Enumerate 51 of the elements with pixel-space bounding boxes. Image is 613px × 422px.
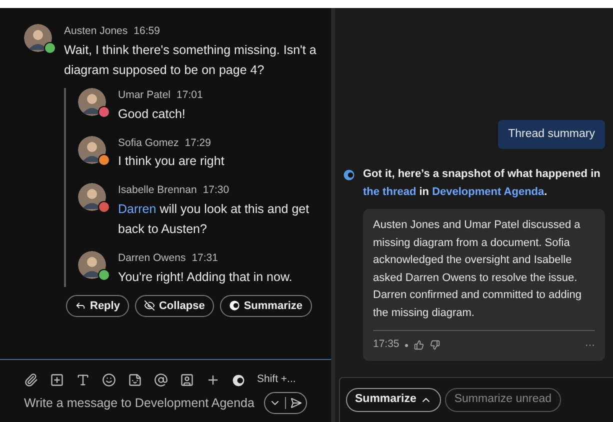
message-time: 17:29 [184,136,211,150]
summary-time: 17:35 [373,337,400,352]
summary-headline: Got it, here’s a snapshot of what happened in the thread in Development Agenda. [363,167,602,200]
avatar [78,183,106,212]
prompt-button[interactable]: Summarize unread [445,388,561,412]
contact-card-icon[interactable] [180,373,194,388]
author-name: Isabelle Brennan [118,183,197,198]
author-name: Darren Owens [118,251,186,266]
thread-action-button[interactable]: Summarize [220,294,312,317]
thread-action-button[interactable]: Collapse [134,294,214,317]
send-icon[interactable] [290,397,302,409]
prompt-button[interactable]: Summarize [346,388,442,412]
thumbs-down-icon[interactable] [430,340,440,350]
square-plus-icon[interactable] [50,373,64,388]
message-time: 17:01 [176,88,203,103]
avatar [78,136,106,164]
avatar [78,88,106,116]
link[interactable]: the thread [363,186,416,198]
message-text: You're right! Adding that in now. [118,268,292,286]
summary-text: Austen Jones and Umar Patel discussed a missing diagram from a document. Sofia acknowledged the oversight and Isabelle asked Darren Owens to resolve the issue. Darren confirmed and committed to adding the missing diagram. [373,218,582,321]
paperclip-icon[interactable] [24,373,38,388]
more-options[interactable]: ··· [585,338,595,353]
thread-action-button[interactable]: Reply [66,294,129,317]
thumbs-up-icon[interactable] [414,340,424,350]
mention-icon[interactable] [154,373,168,388]
text-format-icon[interactable] [76,373,90,388]
message-time: 16:59 [134,24,160,39]
message-time: 17:30 [202,183,230,198]
plus-icon[interactable] [206,373,220,388]
link[interactable]: Development Agenda [432,186,544,198]
message-text: Darren will you look at this and get back to Austen? [118,201,310,238]
avatar [24,24,52,52]
shortcut-hint: Shift +... [257,372,296,388]
message-text: Good catch! [118,106,186,122]
request-bubble: Thread summary [498,120,605,150]
message-text: I think you are right [118,153,224,170]
sticker-icon[interactable] [128,373,142,388]
mention-link[interactable]: Darren [118,202,156,216]
eye-off-icon [144,300,155,312]
author-name: Umar Patel [118,88,171,103]
copilot-icon [343,169,355,182]
author-name: Sofia Gomez [118,136,179,150]
copilot-icon [232,374,245,387]
message-text: Wait, I think there's something missing. Isn't a diagram supposed to be on page 4? [64,42,318,79]
copilot-icon [228,300,240,312]
author-name: Austen Jones [64,24,128,39]
avatar [78,251,106,279]
reply-icon [75,300,86,312]
message-input[interactable]: Write a message to Development Agenda [24,394,260,412]
emoji-icon[interactable] [102,373,116,388]
message-time: 17:31 [192,251,218,266]
